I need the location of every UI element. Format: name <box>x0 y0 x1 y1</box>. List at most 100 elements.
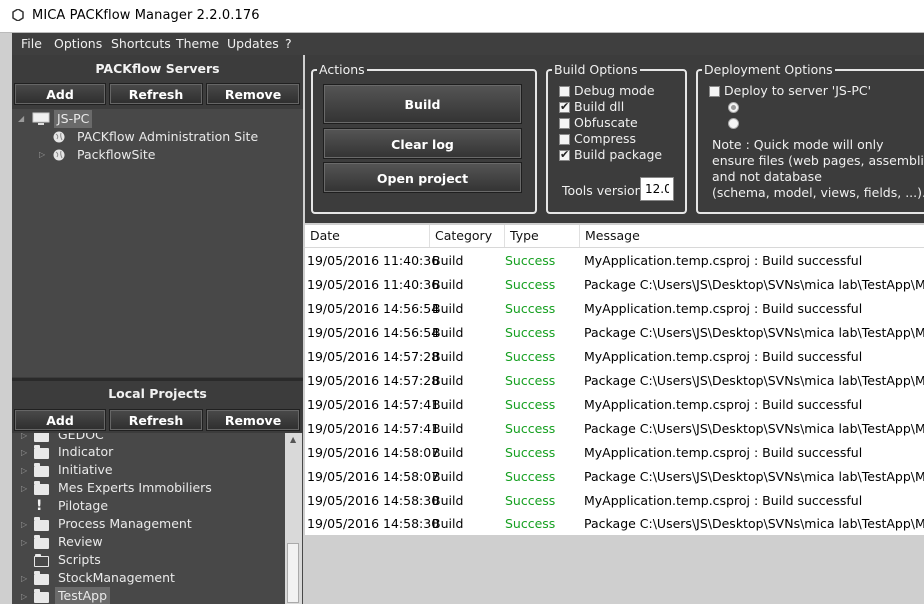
log-row[interactable]: 19/05/2016 14:56:54 Build Success MyApplica… <box>305 297 924 321</box>
expand-arrow-icon[interactable]: ▷ <box>21 484 30 493</box>
site-label: PACKflow Administration Site <box>77 129 259 144</box>
tools-version-label: Tools version: <box>562 183 647 198</box>
left-panel: PACKflow Servers Add Refresh Remove ◢ JS… <box>12 55 303 604</box>
site-label: PackflowSite <box>77 147 156 162</box>
deploy-checkbox[interactable] <box>709 86 720 97</box>
log-row[interactable]: 19/05/2016 14:57:28 Build Success MyApplica… <box>305 345 924 369</box>
remove-server-button[interactable]: Remove <box>206 83 300 105</box>
log-row[interactable]: 19/05/2016 14:58:30 Build Success Package C… <box>305 512 924 536</box>
debug-mode-checkbox[interactable] <box>559 86 570 97</box>
add-server-button[interactable]: Add <box>14 83 106 105</box>
log-row[interactable]: 19/05/2016 14:57:41 Build Success MyApplica… <box>305 393 924 417</box>
add-project-button[interactable]: Add <box>14 409 106 431</box>
expand-arrow-icon[interactable]: ▷ <box>39 150 48 159</box>
project-label: Pilotage <box>58 498 109 513</box>
collapse-arrow-icon[interactable]: ◢ <box>18 114 27 123</box>
folder-icon <box>34 433 49 442</box>
log-row[interactable]: 19/05/2016 11:40:36 Build Success Package C… <box>305 273 924 297</box>
tree-node-project-selected[interactable]: ▷ TestApp <box>12 587 285 604</box>
folder-icon <box>34 445 49 459</box>
log-cell-date: 19/05/2016 14:57:28 <box>307 349 440 364</box>
tree-node-project[interactable]: ▷ Process Management <box>12 515 285 533</box>
menu-help[interactable]: ? <box>285 36 292 51</box>
project-label: TestApp <box>55 587 111 604</box>
log-row[interactable]: 19/05/2016 14:57:41 Build Success Package C… <box>305 417 924 441</box>
log-cell-message: MyApplication.temp.csproj : Build succes… <box>584 445 863 460</box>
log-row[interactable]: 19/05/2016 14:58:07 Build Success MyApplica… <box>305 441 924 465</box>
deployment-options-title: Deployment Options <box>702 62 835 77</box>
scrollbar-thumb[interactable] <box>287 543 299 603</box>
build-dll-checkbox[interactable] <box>559 100 570 113</box>
build-package-checkbox[interactable] <box>559 148 570 161</box>
tree-node-admin-site[interactable]: PACKflow Administration Site <box>12 128 303 146</box>
log-grid[interactable]: Date Category Type Message 19/05/2016 11… <box>305 225 924 535</box>
column-header-message[interactable]: Message <box>580 225 924 247</box>
expand-arrow-icon[interactable]: ▷ <box>21 466 30 475</box>
log-cell-date: 19/05/2016 14:56:54 <box>307 301 440 316</box>
log-cell-type: Success <box>505 469 556 484</box>
refresh-projects-button[interactable]: Refresh <box>109 409 203 431</box>
tree-node-project[interactable]: Scripts <box>12 551 285 569</box>
log-cell-message: MyApplication.temp.csproj : Build succes… <box>584 397 863 412</box>
log-cell-type: Success <box>505 277 556 292</box>
log-row[interactable]: 19/05/2016 14:58:30 Build Success MyApplica… <box>305 489 924 513</box>
full-mode-radio[interactable] <box>728 118 739 129</box>
tools-version-input[interactable] <box>640 177 674 201</box>
project-label: Mes Experts Immobiliers <box>58 480 212 495</box>
menu-updates[interactable]: Updates <box>227 36 279 51</box>
splitter[interactable] <box>12 378 303 381</box>
log-cell-category: Build <box>432 253 464 268</box>
refresh-servers-button[interactable]: Refresh <box>109 83 203 105</box>
tree-node-js-pc[interactable]: ◢ JS-PC <box>12 110 303 128</box>
log-row[interactable]: 19/05/2016 14:57:28 Build Success Package C… <box>305 369 924 393</box>
build-package-label: Build package <box>574 147 663 162</box>
log-cell-date: 19/05/2016 14:58:30 <box>307 516 440 531</box>
clear-log-button[interactable]: Clear log <box>323 128 522 159</box>
open-project-button[interactable]: Open project <box>323 162 522 193</box>
expand-arrow-icon[interactable]: ▷ <box>21 520 30 529</box>
menu-shortcuts[interactable]: Shortcuts <box>111 36 171 51</box>
column-header-type[interactable]: Type <box>505 225 580 247</box>
expand-arrow-icon[interactable]: ▷ <box>21 448 30 457</box>
window-title: MICA PACKflow Manager 2.2.0.176 <box>32 8 260 23</box>
title-bar: MICA PACKflow Manager 2.2.0.176 <box>0 0 924 33</box>
menu-file[interactable]: File <box>21 36 42 51</box>
folder-outline-icon <box>34 554 49 567</box>
menu-theme[interactable]: Theme <box>176 36 219 51</box>
log-row[interactable]: 19/05/2016 14:58:07 Build Success Package C… <box>305 465 924 489</box>
quick-mode-radio[interactable] <box>728 102 739 113</box>
column-header-category[interactable]: Category <box>430 225 505 247</box>
log-cell-category: Build <box>432 421 464 436</box>
scrollbar[interactable]: ▲ <box>285 433 302 604</box>
tree-node-project[interactable]: ▷ Mes Experts Immobiliers <box>12 479 285 497</box>
expand-arrow-icon[interactable]: ▷ <box>21 574 30 583</box>
log-cell-date: 19/05/2016 11:40:36 <box>307 277 440 292</box>
expand-arrow-icon[interactable]: ▷ <box>21 538 30 547</box>
remove-project-button[interactable]: Remove <box>206 409 300 431</box>
folder-icon <box>34 463 49 477</box>
tree-node-packflowsite[interactable]: ▷ PackflowSite <box>12 146 303 164</box>
folder-icon <box>34 589 49 603</box>
obfuscate-checkbox[interactable] <box>559 118 570 129</box>
tree-node-project[interactable]: ! Pilotage <box>12 497 285 515</box>
menu-bar: File Options Shortcuts Theme Updates ? <box>12 33 924 55</box>
expand-arrow-icon[interactable]: ▷ <box>21 433 30 440</box>
log-row[interactable]: 19/05/2016 14:56:54 Build Success Package C… <box>305 321 924 345</box>
column-header-date[interactable]: Date <box>305 225 430 247</box>
tree-node-project[interactable]: ▷ StockManagement <box>12 569 285 587</box>
tree-node-project[interactable]: ▷ Indicator <box>12 443 285 461</box>
compress-checkbox[interactable] <box>559 134 570 145</box>
log-row[interactable]: 19/05/2016 11:40:36 Build Success MyApplica… <box>305 249 924 273</box>
log-cell-type: Success <box>505 493 556 508</box>
log-cell-type: Success <box>505 325 556 340</box>
scroll-up-icon[interactable]: ▲ <box>290 435 296 444</box>
tree-node-project[interactable]: ▷ Initiative <box>12 461 285 479</box>
build-button[interactable]: Build <box>323 84 522 124</box>
log-header: Date Category Type Message <box>305 225 924 248</box>
expand-arrow-icon[interactable]: ▷ <box>21 592 30 601</box>
note-line-3: and not database <box>712 169 822 184</box>
log-cell-message: Package C:\Users\JS\Desktop\SVNs\mica la… <box>584 325 924 340</box>
menu-options[interactable]: Options <box>54 36 102 51</box>
log-cell-message: Package C:\Users\JS\Desktop\SVNs\mica la… <box>584 469 924 484</box>
tree-node-project[interactable]: ▷ Review <box>12 533 285 551</box>
